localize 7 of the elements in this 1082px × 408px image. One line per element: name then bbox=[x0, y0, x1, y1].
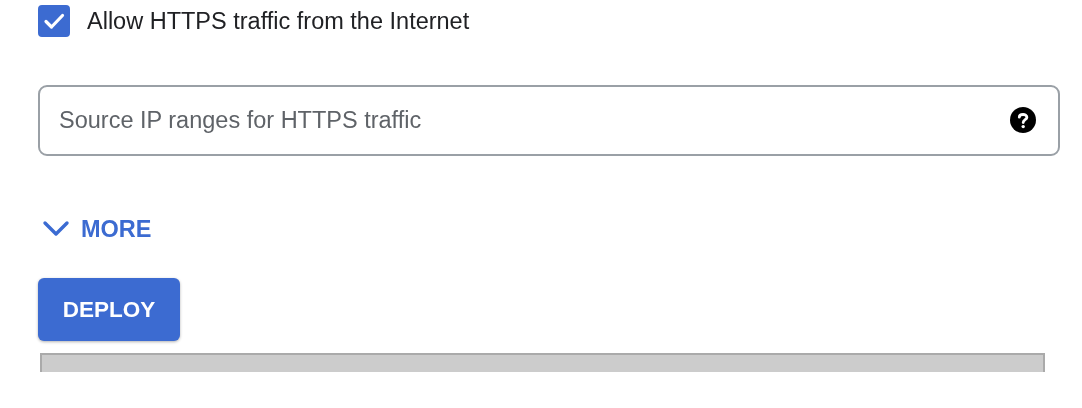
chevron-icon bbox=[42, 220, 70, 238]
deploy-button[interactable]: DEPLOY bbox=[38, 278, 180, 341]
help-icon[interactable] bbox=[1010, 107, 1036, 133]
checkbox[interactable] bbox=[38, 5, 70, 37]
more-toggle[interactable]: MORE bbox=[38, 213, 152, 245]
checkbox-label: Allow HTTPS traffic from the Internet bbox=[87, 7, 470, 35]
source-ip-field[interactable]: Source IP ranges for HTTPS traffic bbox=[38, 85, 1060, 156]
